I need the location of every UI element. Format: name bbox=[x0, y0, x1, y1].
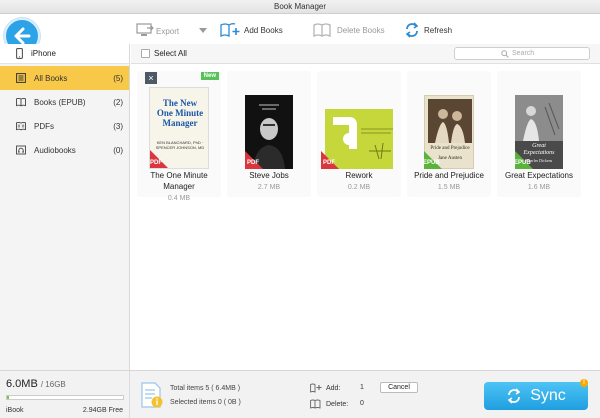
total-items: Total items 5 ( 6.4MB ) bbox=[170, 385, 241, 392]
pdf-book-icon bbox=[16, 121, 26, 131]
book-title: The One Minute Manager bbox=[150, 171, 208, 191]
remove-book-button[interactable]: × bbox=[145, 72, 157, 84]
phone-icon bbox=[16, 48, 23, 59]
select-all[interactable]: Select All bbox=[141, 49, 187, 58]
book-size: 2.7 MB bbox=[257, 184, 281, 191]
audiobook-icon bbox=[16, 145, 26, 155]
book-size: 0.2 MB bbox=[347, 184, 371, 191]
add-book-icon bbox=[220, 23, 240, 38]
pending-delete-row: Delete: bbox=[310, 399, 348, 409]
book-size: 0.4 MB bbox=[167, 195, 191, 202]
delete-book-icon bbox=[310, 399, 321, 409]
search-placeholder: Search bbox=[512, 50, 535, 57]
book-title: Great Expectations bbox=[504, 171, 574, 180]
pending-changes: Add: 1 Delete: 0 bbox=[310, 381, 440, 415]
cover-author: KEN BLANCHARD, PhD · SPENCER JOHNSON, MD bbox=[155, 140, 205, 150]
storage-progress-fill bbox=[7, 396, 10, 399]
cancel-button[interactable]: Cancel bbox=[380, 382, 418, 393]
add-book-icon bbox=[310, 383, 322, 393]
add-count: 1 bbox=[360, 384, 364, 391]
sidebar-item-all-books[interactable]: All Books (5) bbox=[0, 66, 129, 90]
sidebar-item-audiobooks[interactable]: Audiobooks (0) bbox=[0, 138, 129, 162]
document-info-icon bbox=[141, 382, 163, 408]
sidebar-item-label: PDFs bbox=[34, 121, 54, 131]
status-bar: 6.0MB / 16GB iBook 2.94GB Free Total ite… bbox=[0, 370, 600, 418]
open-book-icon bbox=[16, 97, 26, 107]
sync-icon bbox=[507, 388, 521, 404]
sync-button[interactable]: Sync bbox=[484, 382, 588, 410]
sidebar-item-count: (0) bbox=[113, 145, 123, 155]
pending-add-row: Add: bbox=[310, 383, 340, 393]
book-title: Pride and Prejudice bbox=[414, 171, 484, 180]
search-input[interactable]: Search bbox=[454, 47, 590, 60]
book-cover: The New One Minute Manager KEN BLANCHARD… bbox=[149, 87, 209, 169]
storage-category-label: iBook bbox=[6, 407, 24, 414]
book-list-icon bbox=[16, 73, 26, 83]
storage-used-text: 6.0MB / 16GB bbox=[6, 378, 66, 390]
book-title: Steve Jobs bbox=[249, 171, 289, 180]
add-books-label: Add Books bbox=[244, 25, 283, 35]
search-icon bbox=[501, 49, 509, 58]
select-all-checkbox[interactable] bbox=[141, 49, 150, 58]
storage-panel: 6.0MB / 16GB iBook 2.94GB Free bbox=[0, 371, 130, 418]
refresh-button[interactable]: Refresh bbox=[404, 20, 452, 40]
book-grid: The New One Minute Manager KEN BLANCHARD… bbox=[131, 65, 600, 370]
window-title: Book Manager bbox=[0, 0, 600, 14]
selected-items: Selected items 0 ( 0B ) bbox=[170, 399, 241, 406]
sidebar-item-label: Books (EPUB) bbox=[34, 97, 86, 107]
sidebar-item-count: (3) bbox=[113, 121, 123, 131]
chevron-down-icon[interactable] bbox=[199, 28, 207, 34]
book-size: 1.6 MB bbox=[527, 184, 551, 191]
book-card[interactable]: Pride and Prejudice Jane Austen EPUB Pri… bbox=[407, 71, 491, 197]
sidebar-item-label: Audiobooks bbox=[34, 145, 76, 155]
delete-books-label: Delete Books bbox=[337, 25, 385, 35]
format-badge: EPUB bbox=[423, 160, 440, 166]
sidebar-item-label: All Books bbox=[34, 73, 68, 83]
device-header[interactable]: iPhone bbox=[0, 44, 129, 64]
book-card[interactable]: PDF Rework 0.2 MB bbox=[317, 71, 401, 197]
sidebar-item-count: (5) bbox=[113, 73, 123, 83]
sidebar-item-epub[interactable]: Books (EPUB) (2) bbox=[0, 90, 129, 114]
book-size: 1.5 MB bbox=[437, 184, 461, 191]
storage-progress bbox=[6, 395, 124, 400]
book-title: Rework bbox=[345, 171, 373, 180]
storage-free: 2.94GB Free bbox=[82, 407, 123, 414]
book-card[interactable]: Great Expectations Charles Dickens EPUB … bbox=[497, 71, 581, 197]
select-all-label: Select All bbox=[154, 49, 187, 58]
device-name: iPhone bbox=[31, 49, 56, 58]
toolbar: Export Add Books Delete Books Refresh bbox=[0, 14, 600, 54]
content-header: Select All Search bbox=[131, 44, 600, 64]
delete-count: 0 bbox=[360, 400, 364, 407]
sync-alert-badge: ! bbox=[580, 379, 588, 387]
add-label: Add: bbox=[326, 384, 341, 392]
format-badge: EPUB bbox=[514, 160, 531, 166]
sidebar: iPhone All Books (5) Books (EPUB) (2) PD… bbox=[0, 44, 130, 370]
sidebar-item-pdfs[interactable]: PDFs (3) bbox=[0, 114, 129, 138]
book-card[interactable]: PDF Steve Jobs 2.7 MB bbox=[227, 71, 311, 197]
delete-books-button[interactable]: Delete Books bbox=[313, 20, 385, 40]
export-label: Export bbox=[156, 27, 180, 36]
storage-used: 6.0MB bbox=[6, 378, 38, 390]
sync-label: Sync bbox=[530, 387, 566, 404]
delete-label: Delete: bbox=[326, 400, 349, 408]
export-button[interactable] bbox=[136, 20, 154, 40]
format-badge: PDF bbox=[323, 160, 335, 166]
refresh-label: Refresh bbox=[424, 25, 453, 35]
format-badge: PDF bbox=[150, 160, 162, 166]
new-tag: New bbox=[200, 72, 219, 80]
format-badge: PDF bbox=[247, 160, 259, 166]
refresh-icon bbox=[405, 22, 419, 38]
storage-total: / 16GB bbox=[40, 380, 66, 389]
book-card[interactable]: The New One Minute Manager KEN BLANCHARD… bbox=[137, 71, 221, 202]
delete-book-icon bbox=[313, 23, 331, 38]
export-icon bbox=[136, 23, 154, 36]
add-books-button[interactable]: Add Books bbox=[220, 20, 283, 40]
sidebar-item-count: (2) bbox=[113, 97, 123, 107]
cover-title: The New One Minute Manager bbox=[156, 98, 204, 128]
